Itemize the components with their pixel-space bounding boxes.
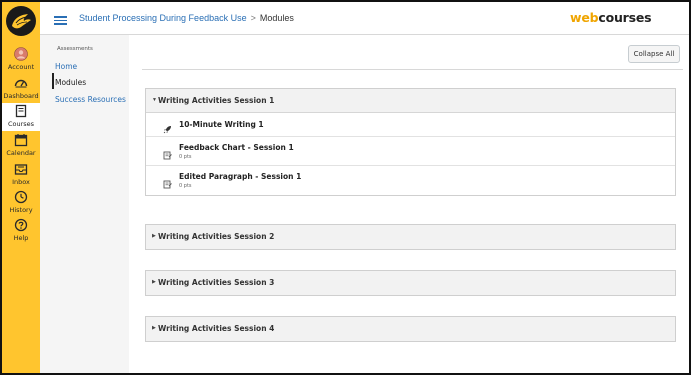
- header-divider: [40, 34, 689, 35]
- global-nav-label: Calendar: [6, 149, 36, 157]
- module-item-points: 0 pts: [179, 154, 192, 160]
- collapse-triangle-icon[interactable]: ▼: [152, 97, 157, 103]
- global-nav-account[interactable]: Account: [2, 46, 40, 74]
- module-item-title[interactable]: Edited Paragraph - Session 1: [179, 172, 301, 181]
- module-header[interactable]: ▶ Writing Activities Session 4: [146, 317, 675, 341]
- global-nav-history[interactable]: History: [2, 189, 40, 217]
- account-icon: [14, 47, 28, 61]
- expand-triangle-icon[interactable]: ▶: [152, 279, 156, 285]
- breadcrumb: Student Processing During Feedback Use > M…: [79, 13, 294, 23]
- module-session-2: ▶ Writing Activities Session 2: [145, 224, 676, 250]
- ucf-pegasus-logo[interactable]: [6, 6, 36, 36]
- assignment-icon: [163, 147, 172, 160]
- collapse-all-button[interactable]: Collapse All: [628, 45, 680, 63]
- global-nav-label: Inbox: [12, 178, 30, 186]
- global-nav-label: Help: [13, 234, 29, 242]
- brand-part-courses: courses: [598, 10, 652, 25]
- course-nav-heading: Assessments: [57, 46, 93, 52]
- module-header[interactable]: ▶ Writing Activities Session 3: [146, 271, 675, 295]
- module-item-10-minute-writing[interactable]: 10-Minute Writing 1: [146, 113, 675, 137]
- global-nav-label: Courses: [7, 120, 35, 128]
- breadcrumb-course-link[interactable]: Student Processing During Feedback Use: [79, 13, 247, 23]
- help-icon: [14, 218, 28, 232]
- global-nav-courses[interactable]: Courses: [2, 103, 40, 131]
- course-nav: Assessments Home Modules Success Resourc…: [40, 35, 129, 373]
- rocket-icon: [163, 121, 172, 134]
- dashboard-icon: [14, 76, 28, 90]
- module-item-points: 0 pts: [179, 183, 192, 189]
- module-session-1: ▼ Writing Activities Session 1 10-Minute…: [145, 88, 676, 196]
- breadcrumb-current: Modules: [259, 13, 294, 23]
- course-nav-success-resources[interactable]: Success Resources: [55, 95, 126, 104]
- global-nav-dashboard[interactable]: Dashboard: [2, 75, 40, 103]
- brand-part-web: web: [570, 10, 599, 25]
- module-session-3: ▶ Writing Activities Session 3: [145, 270, 676, 296]
- module-title: Writing Activities Session 2: [158, 232, 275, 241]
- global-nav-label: History: [9, 206, 33, 214]
- module-title: Writing Activities Session 4: [158, 324, 275, 333]
- module-header[interactable]: ▶ Writing Activities Session 2: [146, 225, 675, 249]
- app-window: Account Dashboard Courses Calendar Inbox: [0, 0, 691, 375]
- module-item-edited-paragraph[interactable]: Edited Paragraph - Session 1 0 pts: [146, 166, 675, 195]
- global-nav-label: Account: [7, 63, 35, 71]
- calendar-icon: [14, 133, 28, 147]
- module-session-4: ▶ Writing Activities Session 4: [145, 316, 676, 342]
- global-nav-calendar[interactable]: Calendar: [2, 132, 40, 160]
- global-nav-label: Dashboard: [3, 92, 39, 100]
- webcourses-logo: webcourses: [570, 10, 652, 25]
- module-title: Writing Activities Session 1: [158, 96, 275, 105]
- history-icon: [14, 190, 28, 204]
- module-item-feedback-chart[interactable]: Feedback Chart - Session 1 0 pts: [146, 137, 675, 166]
- expand-triangle-icon[interactable]: ▶: [152, 233, 156, 239]
- module-item-title[interactable]: Feedback Chart - Session 1: [179, 143, 294, 152]
- toolbar-divider: [142, 69, 683, 70]
- course-nav-modules[interactable]: Modules: [55, 78, 86, 87]
- courses-icon: [14, 104, 28, 118]
- inbox-icon: [14, 162, 28, 176]
- global-nav-inbox[interactable]: Inbox: [2, 161, 40, 189]
- assignment-icon: [163, 176, 172, 189]
- active-indicator: [52, 73, 54, 89]
- global-nav-help[interactable]: Help: [2, 217, 40, 245]
- hamburger-menu-icon[interactable]: [54, 16, 67, 25]
- module-title: Writing Activities Session 3: [158, 278, 275, 287]
- global-nav: Account Dashboard Courses Calendar Inbox: [2, 2, 40, 373]
- expand-triangle-icon[interactable]: ▶: [152, 325, 156, 331]
- module-item-title[interactable]: 10-Minute Writing 1: [179, 120, 264, 129]
- breadcrumb-separator: >: [250, 13, 256, 23]
- module-header[interactable]: ▼ Writing Activities Session 1: [146, 89, 675, 113]
- course-nav-home[interactable]: Home: [55, 62, 77, 71]
